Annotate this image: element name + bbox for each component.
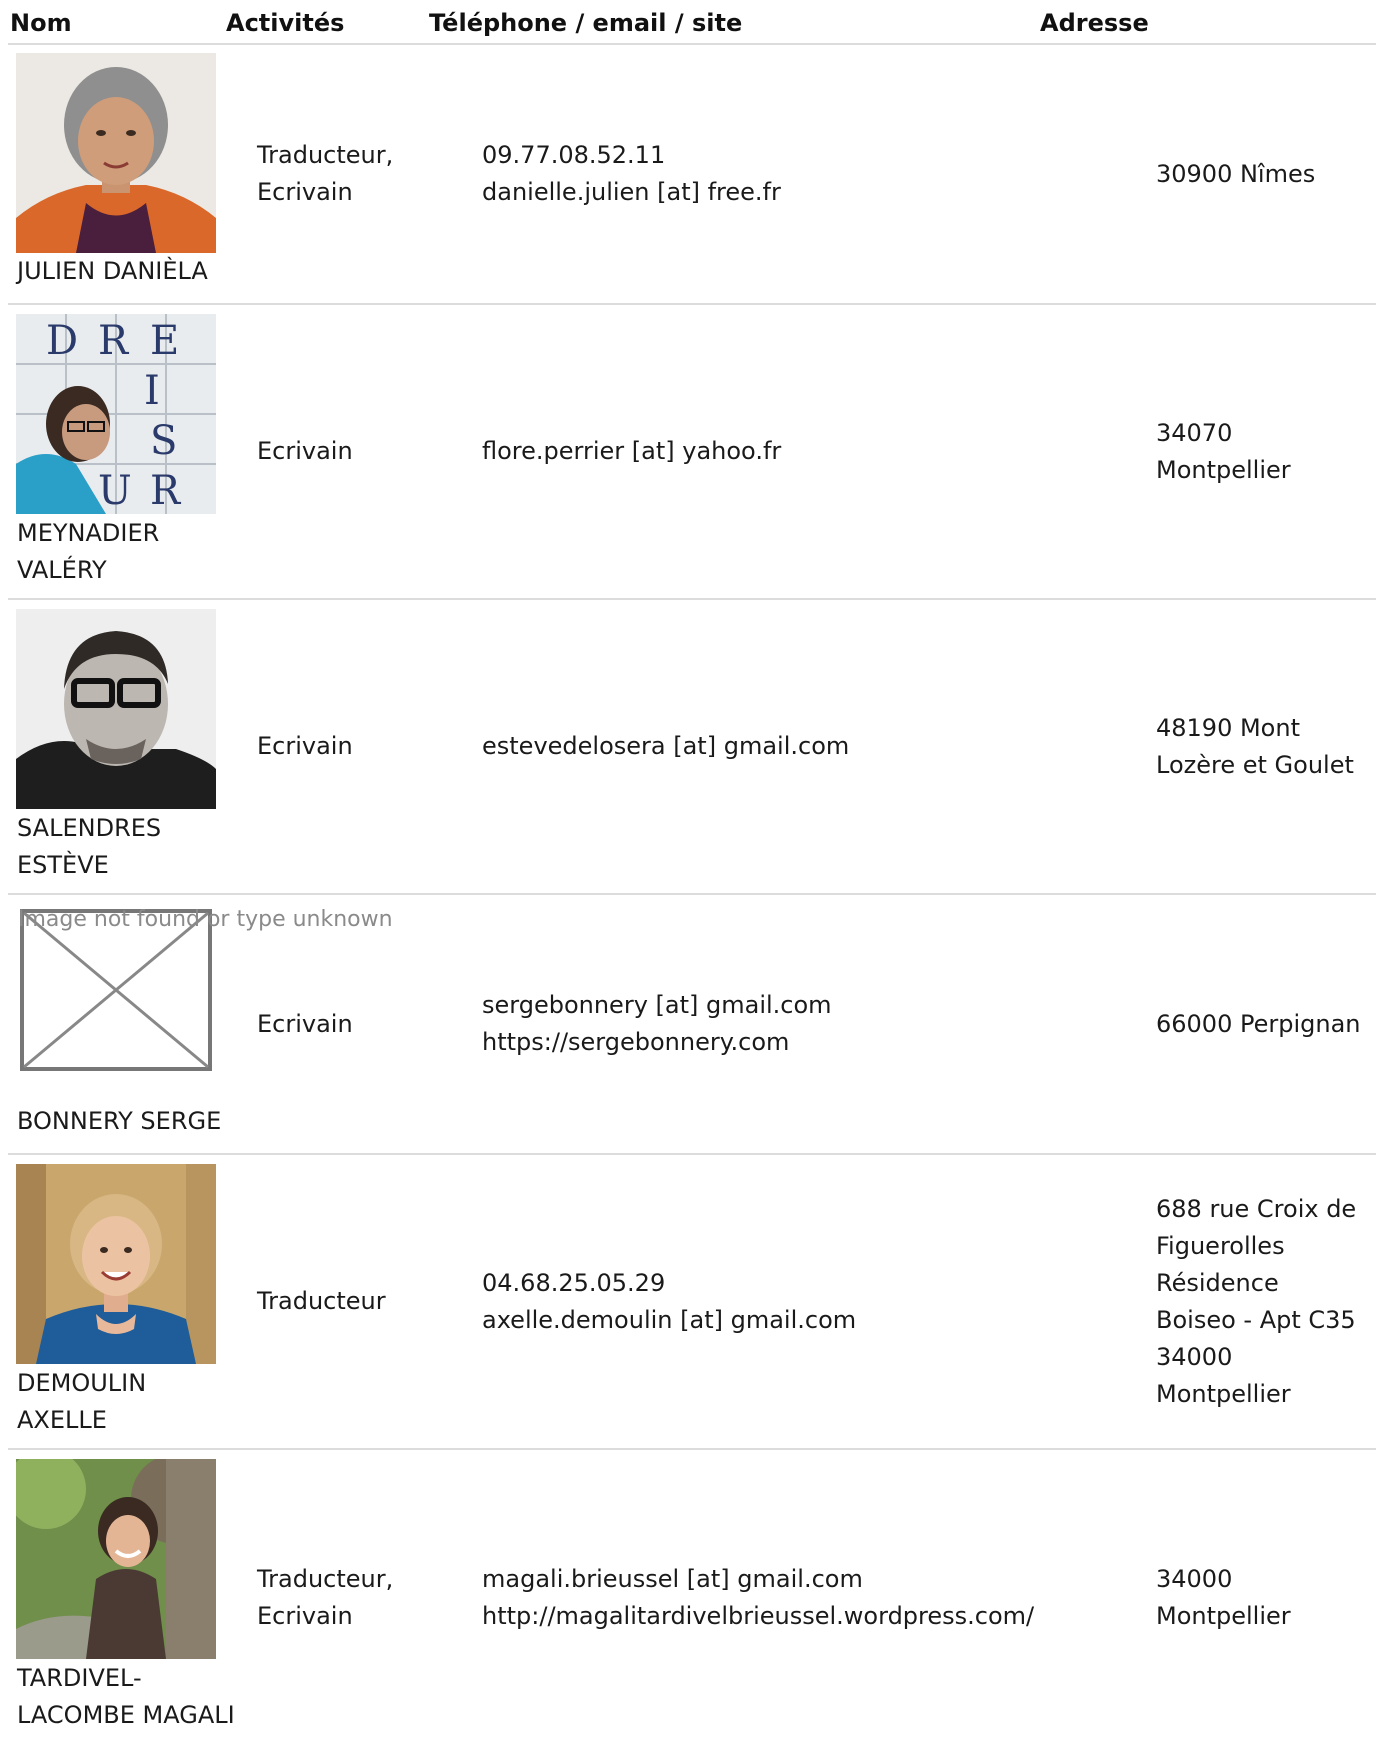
activities-cell: Ecrivain: [257, 305, 457, 598]
address-text: 48190 Mont: [1156, 713, 1300, 742]
activities-cell: Ecrivain: [257, 600, 457, 893]
address-text: 30900 Nîmes: [1156, 159, 1316, 188]
address-text: 34000: [1156, 1565, 1233, 1593]
author-name: BONNERY SERGE: [17, 1107, 222, 1135]
table-row: TARDIVEL-LACOMBE MAGALI Traducteur, Ecri…: [8, 1450, 1376, 1750]
address-cell: 66000 Perpignan: [1156, 895, 1371, 1153]
header-address: Adresse: [1040, 9, 1149, 37]
address-cell: 688 rue Croix de Figuerolles Résidence B…: [1156, 1155, 1371, 1448]
activity-text: Traducteur: [257, 1287, 386, 1315]
website-link[interactable]: http://magalitardivelbrieussel.wordpress…: [482, 1598, 1122, 1635]
phone-text: 04.68.25.05.29: [482, 1268, 666, 1297]
email-text: danielle.julien [at] free.fr: [482, 178, 781, 206]
author-photo[interactable]: [16, 1459, 216, 1659]
contact-cell: estevedelosera [at] gmail.com: [482, 600, 1122, 893]
address-text: Lozère et Goulet: [1156, 750, 1354, 779]
address-text: 34000: [1156, 1342, 1233, 1371]
svg-text:I: I: [144, 368, 160, 414]
author-name: MEYNADIER VALÉRY: [17, 519, 160, 584]
activity-text: Ecrivain: [257, 1009, 353, 1038]
author-photo[interactable]: [16, 53, 216, 253]
address-text: 66000 Perpignan: [1156, 1009, 1361, 1038]
email-text: sergebonnery [at] gmail.com: [482, 991, 832, 1019]
contact-cell: magali.brieussel [at] gmail.com http://m…: [482, 1450, 1122, 1746]
svg-text:S: S: [150, 418, 177, 464]
address-text: Résidence: [1156, 1268, 1279, 1297]
table-row: JULIEN DANIÈLA Traducteur, Ecrivain 09.7…: [8, 45, 1376, 305]
contact-cell: 09.77.08.52.11 danielle.julien [at] free…: [482, 45, 1122, 303]
table-row: Image not found or type unknown BONNERY …: [8, 895, 1376, 1155]
address-cell: 34000 Montpellier: [1156, 1450, 1371, 1746]
address-text: Figuerolles: [1156, 1231, 1285, 1260]
contact-cell: sergebonnery [at] gmail.com https://serg…: [482, 895, 1122, 1153]
address-cell: 48190 Mont Lozère et Goulet: [1156, 600, 1371, 893]
author-name: TARDIVEL-LACOMBE MAGALI: [17, 1664, 235, 1729]
activity-text: Ecrivain: [257, 437, 353, 465]
contact-cell: flore.perrier [at] yahoo.fr: [482, 305, 1122, 598]
table-row: SALENDRES ESTÈVE Ecrivain estevedelosera…: [8, 600, 1376, 895]
phone-text: 09.77.08.52.11: [482, 141, 666, 169]
author-name: DEMOULIN AXELLE: [17, 1369, 147, 1434]
email-text: axelle.demoulin [at] gmail.com: [482, 1305, 857, 1334]
address-cell: 30900 Nîmes: [1156, 45, 1371, 303]
address-text: 688 rue Croix de: [1156, 1194, 1357, 1223]
address-text: Montpellier: [1156, 1602, 1291, 1630]
author-name: JULIEN DANIÈLA: [17, 257, 208, 285]
svg-text:R: R: [98, 318, 130, 364]
address-cell: 34070 Montpellier: [1156, 305, 1371, 598]
header-name: Nom: [10, 9, 72, 37]
address-text: Boiseo - Apt C35: [1156, 1305, 1356, 1334]
header-contact: Téléphone / email / site: [429, 9, 743, 37]
address-text: 34070: [1156, 418, 1233, 447]
activity-text: Ecrivain: [257, 732, 353, 760]
contact-cell: 04.68.25.05.29 axelle.demoulin [at] gmai…: [482, 1155, 1122, 1448]
author-photo[interactable]: [16, 1164, 216, 1364]
svg-text:E: E: [150, 318, 179, 364]
address-text: Montpellier: [1156, 455, 1291, 484]
table-row: DEMOULIN AXELLE Traducteur 04.68.25.05.2…: [8, 1155, 1376, 1450]
activity-text: Ecrivain: [257, 1602, 353, 1630]
email-text: estevedelosera [at] gmail.com: [482, 732, 850, 760]
table-header: Nom Activités Téléphone / email / site A…: [8, 0, 1376, 45]
email-text: flore.perrier [at] yahoo.fr: [482, 437, 782, 465]
activities-cell: Traducteur, Ecrivain: [257, 45, 457, 303]
svg-text:R: R: [150, 468, 182, 514]
activity-text: Ecrivain: [257, 178, 353, 206]
email-text: magali.brieussel [at] gmail.com: [482, 1565, 863, 1593]
address-text: Montpellier: [1156, 1379, 1291, 1408]
activity-text: Traducteur,: [257, 141, 394, 169]
author-name: SALENDRES ESTÈVE: [17, 814, 162, 879]
svg-text:U: U: [98, 468, 132, 514]
activities-cell: Traducteur: [257, 1155, 457, 1448]
author-photo[interactable]: DRE I S UR: [16, 314, 216, 514]
author-photo[interactable]: [16, 609, 216, 809]
activities-cell: Traducteur, Ecrivain: [257, 1450, 457, 1746]
activities-cell: Ecrivain: [257, 895, 457, 1153]
svg-text:D: D: [46, 318, 78, 364]
activity-text: Traducteur,: [257, 1565, 394, 1593]
author-directory-table: Nom Activités Téléphone / email / site A…: [8, 0, 1376, 1750]
table-row: DRE I S UR MEYNADIER VALÉRY Ecrivain flo…: [8, 305, 1376, 600]
website-link[interactable]: https://sergebonnery.com: [482, 1024, 1122, 1061]
header-activities: Activités: [226, 9, 345, 37]
